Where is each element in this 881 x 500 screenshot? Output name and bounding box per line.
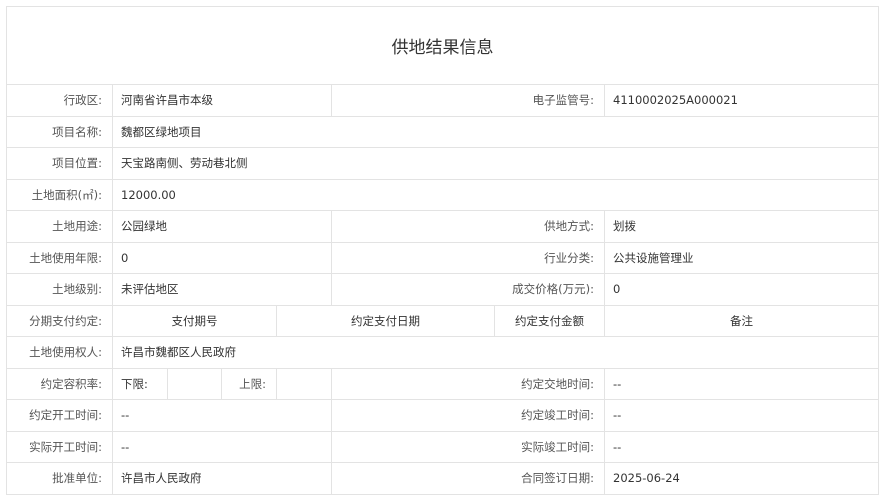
plot-ratio-label: 约定容积率: [6, 367, 113, 400]
plot-ratio-upper-value [276, 367, 332, 400]
use-years-label: 土地使用年限: [6, 241, 113, 274]
project-name-value: 魏都区绿地项目 [112, 115, 879, 148]
district-label: 行政区: [6, 84, 113, 117]
installment-header-period: 支付期号 [112, 304, 277, 337]
delivery-time-label: 约定交地时间: [331, 367, 605, 400]
title-row: 供地结果信息 [6, 6, 879, 85]
table-row: 土地使用权人: 许昌市魏都区人民政府 [6, 336, 879, 369]
approval-unit-label: 批准单位: [6, 462, 113, 495]
plot-ratio-lower-label: 下限: [112, 367, 168, 400]
supervision-no-value: 4110002025A000021 [604, 84, 879, 117]
project-name-label: 项目名称: [6, 115, 113, 148]
land-area-label: 土地面积(㎡): [6, 178, 113, 211]
installment-label: 分期支付约定: [6, 304, 113, 337]
installment-header-amount: 约定支付金额 [494, 304, 605, 337]
table-row: 约定开工时间: -- 约定竣工时间: -- [6, 399, 879, 432]
deal-price-label: 成交价格(万元): [331, 273, 605, 306]
project-location-value: 天宝路南侧、劳动巷北侧 [112, 147, 879, 180]
land-grade-value: 未评估地区 [112, 273, 332, 306]
table-row: 土地级别: 未评估地区 成交价格(万元): 0 [6, 273, 879, 306]
table-row: 批准单位: 许昌市人民政府 合同签订日期: 2025-06-24 [6, 462, 879, 495]
district-value: 河南省许昌市本级 [112, 84, 332, 117]
table-row: 分期支付约定: 支付期号 约定支付日期 约定支付金额 备注 [6, 304, 879, 337]
deal-price-value: 0 [604, 273, 879, 306]
supply-method-label: 供地方式: [331, 210, 605, 243]
industry-label: 行业分类: [331, 241, 605, 274]
plot-ratio-upper-label: 上限: [221, 367, 277, 400]
land-use-label: 土地用途: [6, 210, 113, 243]
start-time-agreed-value: -- [112, 399, 332, 432]
use-years-value: 0 [112, 241, 332, 274]
page-title: 供地结果信息 [6, 6, 879, 85]
land-area-value: 12000.00 [112, 178, 879, 211]
supply-method-value: 划拨 [604, 210, 879, 243]
installment-header-date: 约定支付日期 [276, 304, 495, 337]
table-row: 项目名称: 魏都区绿地项目 [6, 115, 879, 148]
land-user-label: 土地使用权人: [6, 336, 113, 369]
plot-ratio-lower-value [167, 367, 222, 400]
table-row: 项目位置: 天宝路南侧、劳动巷北侧 [6, 147, 879, 180]
industry-value: 公共设施管理业 [604, 241, 879, 274]
table-row: 土地用途: 公园绿地 供地方式: 划拨 [6, 210, 879, 243]
land-grade-label: 土地级别: [6, 273, 113, 306]
finish-time-agreed-value: -- [604, 399, 879, 432]
start-time-actual-label: 实际开工时间: [6, 430, 113, 463]
supervision-no-label: 电子监管号: [331, 84, 605, 117]
table-row: 约定容积率: 下限: 上限: 约定交地时间: -- [6, 367, 879, 400]
finish-time-agreed-label: 约定竣工时间: [331, 399, 605, 432]
finish-time-actual-label: 实际竣工时间: [331, 430, 605, 463]
land-supply-result-table: 供地结果信息 行政区: 河南省许昌市本级 电子监管号: 4110002025A0… [6, 6, 879, 495]
land-user-value: 许昌市魏都区人民政府 [112, 336, 879, 369]
land-supply-result-panel: 供地结果信息 行政区: 河南省许昌市本级 电子监管号: 4110002025A0… [6, 6, 879, 495]
table-row: 土地使用年限: 0 行业分类: 公共设施管理业 [6, 241, 879, 274]
contract-date-value: 2025-06-24 [604, 462, 879, 495]
table-row: 土地面积(㎡): 12000.00 [6, 178, 879, 211]
start-time-agreed-label: 约定开工时间: [6, 399, 113, 432]
approval-unit-value: 许昌市人民政府 [112, 462, 332, 495]
contract-date-label: 合同签订日期: [331, 462, 605, 495]
table-row: 行政区: 河南省许昌市本级 电子监管号: 4110002025A000021 [6, 84, 879, 117]
project-location-label: 项目位置: [6, 147, 113, 180]
table-row: 实际开工时间: -- 实际竣工时间: -- [6, 430, 879, 463]
installment-header-note: 备注 [604, 304, 879, 337]
start-time-actual-value: -- [112, 430, 332, 463]
finish-time-actual-value: -- [604, 430, 879, 463]
land-use-value: 公园绿地 [112, 210, 332, 243]
delivery-time-value: -- [604, 367, 879, 400]
